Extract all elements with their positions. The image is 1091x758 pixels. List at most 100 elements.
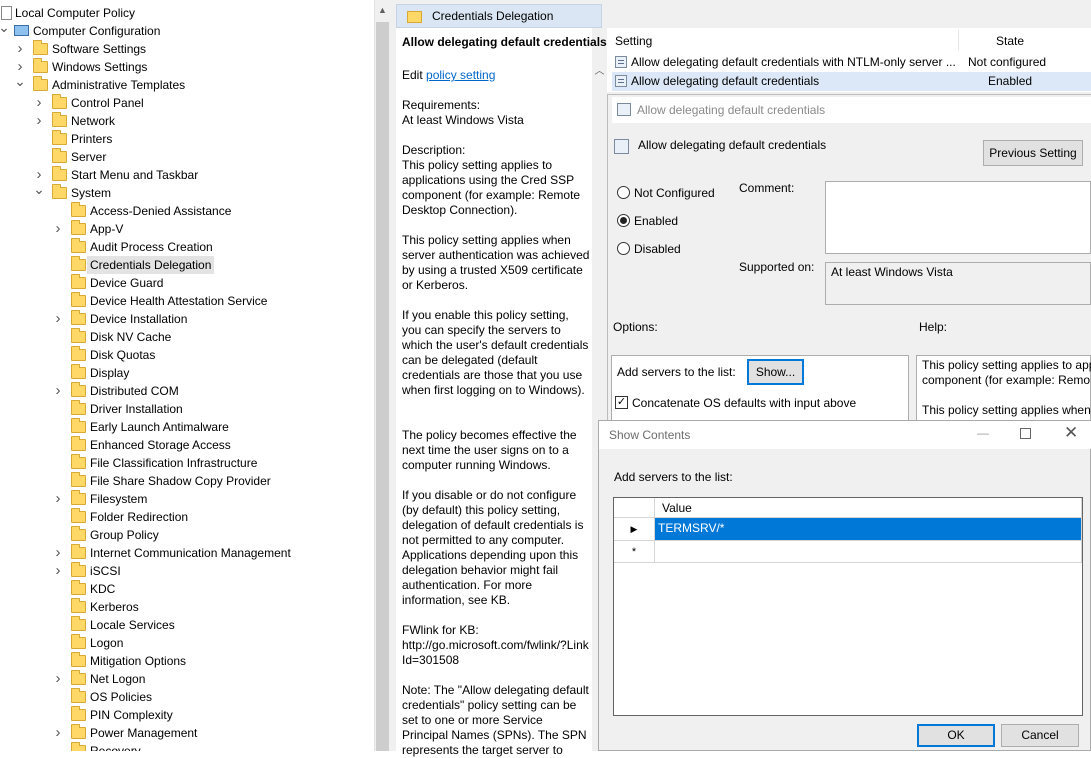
tree-item-pin-complexity[interactable]: PIN Complexity (0, 706, 372, 724)
tree-item-root[interactable]: Local Computer Policy (0, 4, 372, 22)
tree-item-filesystem[interactable]: › Filesystem (0, 490, 372, 508)
tree-item-power-management[interactable]: › Power Management (0, 724, 372, 742)
tree-item-display[interactable]: Display (0, 364, 372, 382)
help-line-3: This policy setting applies when (922, 403, 1091, 417)
chevron-right-icon[interactable]: › (52, 670, 64, 688)
folder-icon (33, 40, 48, 55)
scroll-up-arrow-icon[interactable]: ︿ (592, 62, 607, 77)
setting-row-default[interactable]: Allow delegating default credentials Ena… (612, 72, 1091, 91)
setting-row-ntlm[interactable]: Allow delegating default credentials wit… (612, 53, 1091, 72)
tree-item-app-v[interactable]: › App-V (0, 220, 372, 238)
chevron-right-icon[interactable]: › (52, 544, 64, 562)
folder-icon (71, 292, 86, 307)
grid-cell-value[interactable]: TERMSRV/* (655, 518, 1082, 541)
tree-item-device-health-attestation-service[interactable]: Device Health Attestation Service (0, 292, 372, 310)
tree-item-access-denied-assistance[interactable]: Access-Denied Assistance (0, 202, 372, 220)
policy-icon (617, 103, 631, 116)
radio-disabled[interactable] (617, 242, 630, 255)
tree-item-net-logon[interactable]: › Net Logon (0, 670, 372, 688)
row-indicator-current-icon[interactable]: ▶ (614, 518, 655, 541)
tree-item-internet-communication-management[interactable]: › Internet Communication Management (0, 544, 372, 562)
navigation-tree: Local Computer Policy ⌄ Computer Configura… (0, 0, 374, 751)
radio-not-configured-label[interactable]: Not Configured (634, 186, 715, 200)
tree-item-label: Group Policy (90, 528, 159, 542)
radio-not-configured[interactable] (617, 186, 630, 199)
chevron-down-icon[interactable]: ⌄ (14, 74, 26, 94)
tree-item-network[interactable]: › Network (0, 112, 372, 130)
tree-item-mitigation-options[interactable]: Mitigation Options (0, 652, 372, 670)
close-icon[interactable]: ✕ (1064, 423, 1078, 443)
tree-item-kdc[interactable]: KDC (0, 580, 372, 598)
concatenate-checkbox[interactable]: ✓ (615, 396, 628, 409)
tree-item-file-share-shadow-copy-provider[interactable]: File Share Shadow Copy Provider (0, 472, 372, 490)
tree-item-device-guard[interactable]: Device Guard (0, 274, 372, 292)
column-header-state[interactable]: State (996, 34, 1024, 48)
chevron-right-icon[interactable]: › (52, 562, 64, 580)
concatenate-label[interactable]: Concatenate OS defaults with input above (632, 396, 856, 410)
chevron-down-icon[interactable]: ⌄ (33, 182, 45, 202)
policy-setting-link[interactable]: policy setting (426, 68, 495, 82)
chevron-right-icon[interactable]: › (33, 94, 45, 112)
show-button[interactable]: Show... (747, 359, 804, 385)
tree-item-server[interactable]: Server (0, 148, 372, 166)
tree-item-device-installation[interactable]: › Device Installation (0, 310, 372, 328)
chevron-right-icon[interactable]: › (52, 220, 64, 238)
chevron-right-icon[interactable]: › (52, 310, 64, 328)
tree-item-software-settings[interactable]: › Software Settings (0, 40, 372, 58)
ok-button[interactable]: OK (917, 724, 995, 747)
description-para-6: FWlink for KB: http://go.microsoft.com/f… (402, 623, 589, 667)
chevron-right-icon[interactable]: › (52, 724, 64, 742)
policy-setting-icon (615, 75, 627, 87)
chevron-down-icon[interactable]: ⌄ (0, 20, 10, 40)
comment-textarea[interactable] (825, 181, 1091, 254)
chevron-right-icon[interactable]: › (14, 40, 26, 58)
tree-item-file-classification-infrastructure[interactable]: File Classification Infrastructure (0, 454, 372, 472)
radio-disabled-label[interactable]: Disabled (634, 242, 681, 256)
tree-item-label: Mitigation Options (90, 654, 187, 668)
row-indicator-new-icon[interactable]: * (614, 541, 655, 563)
tree-item-locale-services[interactable]: Locale Services (0, 616, 372, 634)
tree-item-kerberos[interactable]: Kerberos (0, 598, 372, 616)
chevron-right-icon[interactable]: › (52, 382, 64, 400)
tree-item-early-launch-antimalware[interactable]: Early Launch Antimalware (0, 418, 372, 436)
tree-item-control-panel[interactable]: › Control Panel (0, 94, 372, 112)
tree-item-distributed-com[interactable]: › Distributed COM (0, 382, 372, 400)
tree-item-credentials-delegation[interactable]: Credentials Delegation (0, 256, 372, 274)
tree-item-os-policies[interactable]: OS Policies (0, 688, 372, 706)
tree-item-group-policy[interactable]: Group Policy (0, 526, 372, 544)
tree-item-logon[interactable]: Logon (0, 634, 372, 652)
maximize-icon[interactable] (1020, 428, 1031, 439)
tree-item-label: Locale Services (90, 618, 175, 632)
chevron-right-icon[interactable]: › (33, 112, 45, 130)
radio-enabled[interactable] (617, 214, 630, 227)
previous-setting-button[interactable]: Previous Setting (983, 140, 1083, 166)
tree-item-iscsi[interactable]: › iSCSI (0, 562, 372, 580)
folder-icon (71, 418, 86, 433)
column-header-setting[interactable]: Setting (615, 34, 652, 48)
tree-item-driver-installation[interactable]: Driver Installation (0, 400, 372, 418)
tree-item-system[interactable]: ⌄ System (0, 182, 372, 202)
tree-item-disk-nv-cache[interactable]: Disk NV Cache (0, 328, 372, 346)
tree-item-windows-settings[interactable]: › Windows Settings (0, 58, 372, 76)
tree-item-administrative-templates[interactable]: ⌄ Administrative Templates (0, 74, 372, 94)
tree-item-disk-quotas[interactable]: Disk Quotas (0, 346, 372, 364)
tree-item-recovery[interactable]: Recovery (0, 742, 372, 751)
tree-scrollbar-thumb[interactable] (376, 22, 389, 751)
tree-item-enhanced-storage-access[interactable]: Enhanced Storage Access (0, 436, 372, 454)
minimize-icon[interactable]: — (976, 426, 990, 440)
folder-icon (52, 166, 67, 181)
tree-item-printers[interactable]: Printers (0, 130, 372, 148)
chevron-right-icon[interactable]: › (52, 490, 64, 508)
options-label: Options: (613, 320, 658, 334)
grid-cell-new[interactable] (655, 541, 1082, 563)
cancel-button[interactable]: Cancel (1001, 724, 1079, 747)
scroll-up-arrow-icon[interactable]: ▲ (374, 0, 391, 20)
tree-item-folder-redirection[interactable]: Folder Redirection (0, 508, 372, 526)
tree-item-label: Start Menu and Taskbar (71, 168, 199, 182)
tree-item-audit-process-creation[interactable]: Audit Process Creation (0, 238, 372, 256)
grid-header-value[interactable]: Value (655, 498, 1082, 518)
radio-enabled-label[interactable]: Enabled (634, 214, 678, 228)
tree-item-computer-configuration[interactable]: ⌄ Computer Configuration (0, 20, 372, 40)
tree-item-start-menu[interactable]: › Start Menu and Taskbar (0, 166, 372, 184)
policy-icon (614, 139, 629, 154)
